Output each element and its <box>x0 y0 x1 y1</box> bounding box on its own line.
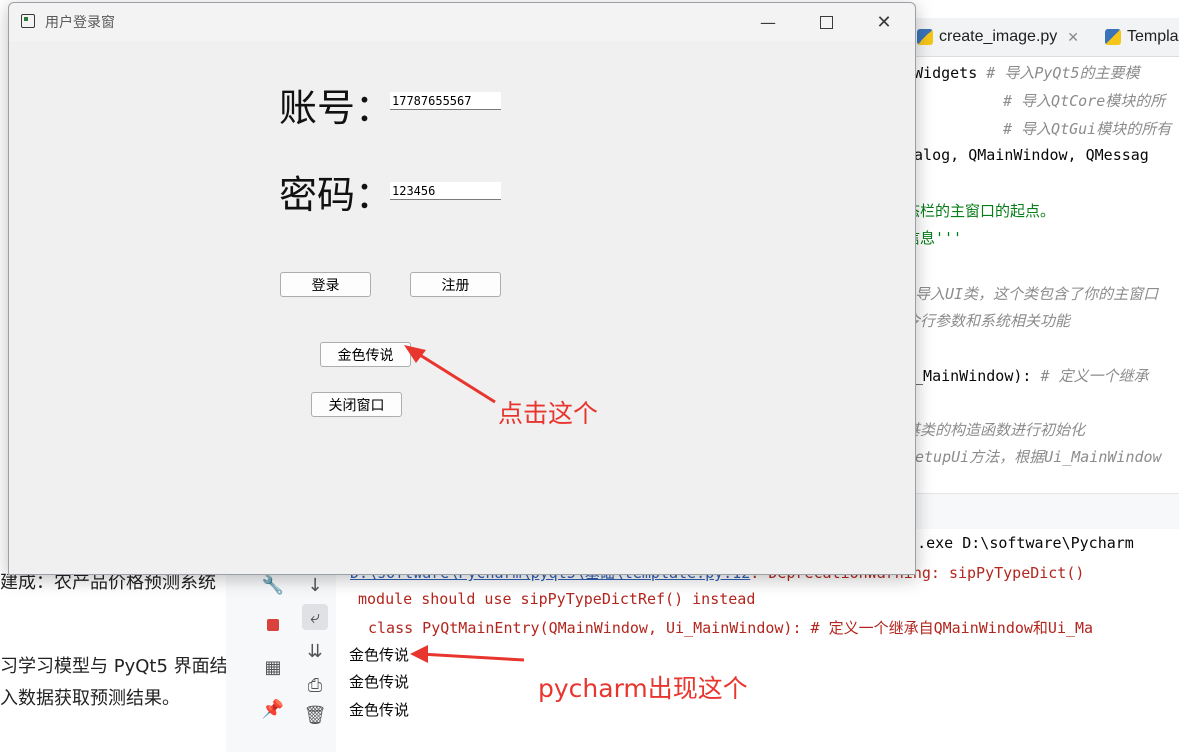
annotation-click-hint: 点击这个 <box>498 399 599 428</box>
arrow-to-console-output <box>410 645 525 663</box>
annotation-pycharm-hint: pycharm出现这个 <box>538 674 748 703</box>
annotation-arrows <box>404 345 525 663</box>
arrow-to-golden-button <box>404 345 496 404</box>
